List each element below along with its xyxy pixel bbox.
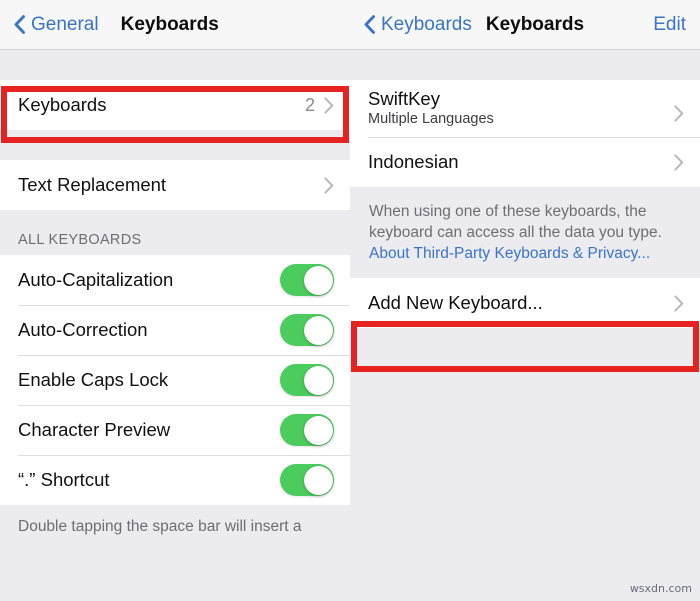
row-keyboard-swiftkey-text: SwiftKey Multiple Languages (368, 88, 494, 127)
section-header-all-keyboards: ALL KEYBOARDS (18, 232, 142, 248)
edit-button[interactable]: Edit (653, 14, 686, 36)
row-text-replacement-accessory (324, 176, 334, 194)
installed-keyboards-group: SwiftKey Multiple Languages Indonesian (350, 80, 700, 187)
toggle-knob (303, 265, 333, 295)
back-label: Keyboards (381, 13, 472, 35)
left-navbar: General Keyboards (0, 0, 350, 50)
chevron-left-icon (14, 15, 25, 34)
row-character-preview[interactable]: Character Preview (0, 405, 350, 455)
toggle-knob (303, 465, 333, 495)
row-character-preview-label: Character Preview (18, 419, 171, 440)
third-party-privacy-note: When using one of these keyboards, the k… (350, 187, 700, 278)
row-auto-capitalization-label: Auto-Capitalization (18, 269, 174, 290)
all-keyboards-toggle-group: Auto-Capitalization Auto-Correction Enab… (0, 255, 350, 505)
row-period-shortcut-control (280, 464, 334, 496)
row-add-new-keyboard-label: Add New Keyboard... (368, 292, 543, 313)
toggle-knob (303, 415, 333, 445)
row-add-new-keyboard[interactable]: Add New Keyboard... (350, 278, 700, 328)
row-keyboards-label: Keyboards (18, 94, 107, 115)
row-keyboard-indonesian-accessory (674, 153, 684, 171)
spacer-between-groups-left (0, 130, 350, 160)
toggle-character-preview[interactable] (280, 414, 334, 446)
left-page-title: Keyboards (120, 13, 219, 35)
right-panel-keyboards-list: Keyboards Keyboards Edit SwiftKey Multip… (350, 0, 700, 601)
back-label: General (31, 13, 99, 35)
left-panel-general-keyboards: General Keyboards Keyboards 2 Text Repla… (0, 0, 350, 601)
row-text-replacement[interactable]: Text Replacement (0, 160, 350, 210)
toggle-auto-correction[interactable] (280, 314, 334, 346)
watermark: wsxdn.com (629, 582, 692, 595)
privacy-note-link[interactable]: About Third-Party Keyboards & Privacy... (369, 245, 650, 262)
right-page-title: Keyboards (485, 13, 585, 35)
row-auto-correction-control (280, 314, 334, 346)
row-auto-capitalization-control (280, 264, 334, 296)
row-auto-capitalization[interactable]: Auto-Capitalization (0, 255, 350, 305)
row-auto-correction[interactable]: Auto-Correction (0, 305, 350, 355)
row-period-shortcut-label: “.” Shortcut (18, 469, 110, 490)
row-keyboard-swiftkey[interactable]: SwiftKey Multiple Languages (350, 80, 700, 137)
settings-split-screen: General Keyboards Keyboards 2 Text Repla… (0, 0, 700, 601)
chevron-right-icon (674, 294, 684, 312)
chevron-left-icon (364, 15, 375, 34)
spacer-top-right (350, 50, 700, 80)
row-add-new-keyboard-accessory (674, 294, 684, 312)
toggle-auto-capitalization[interactable] (280, 264, 334, 296)
back-to-keyboards-button[interactable]: Keyboards (364, 14, 472, 36)
keyboards-count: 2 (304, 94, 315, 115)
left-footer-note: Double tapping the space bar will insert… (18, 518, 302, 535)
toggle-period-shortcut[interactable] (280, 464, 334, 496)
row-character-preview-control (280, 414, 334, 446)
add-keyboard-group: Add New Keyboard... (350, 278, 700, 328)
keyboard-name: Indonesian (368, 151, 459, 172)
row-keyboard-swiftkey-accessory (674, 105, 684, 122)
chevron-right-icon (674, 105, 684, 122)
row-enable-caps-lock-label: Enable Caps Lock (18, 369, 169, 390)
row-period-shortcut[interactable]: “.” Shortcut (0, 455, 350, 505)
row-enable-caps-lock[interactable]: Enable Caps Lock (0, 355, 350, 405)
back-to-general-button[interactable]: General (14, 14, 99, 36)
chevron-right-icon (324, 96, 334, 114)
text-replacement-group: Text Replacement (0, 160, 350, 210)
privacy-note-text: When using one of these keyboards, the k… (369, 203, 662, 241)
toggle-enable-caps-lock[interactable] (280, 364, 334, 396)
row-text-replacement-label: Text Replacement (18, 174, 167, 195)
right-navbar: Keyboards Keyboards Edit (350, 0, 700, 50)
row-keyboards[interactable]: Keyboards 2 (0, 80, 350, 130)
chevron-right-icon (324, 176, 334, 194)
row-keyboards-accessory: 2 (305, 95, 334, 116)
row-auto-correction-label: Auto-Correction (18, 319, 148, 340)
keyboard-subtitle: Multiple Languages (368, 111, 494, 127)
keyboards-group: Keyboards 2 (0, 80, 350, 130)
row-keyboard-indonesian[interactable]: Indonesian (350, 137, 700, 187)
chevron-right-icon (674, 153, 684, 171)
toggle-knob (303, 315, 333, 345)
row-enable-caps-lock-control (280, 364, 334, 396)
keyboard-name: SwiftKey (368, 88, 440, 109)
toggle-knob (303, 365, 333, 395)
spacer-top-left (0, 50, 350, 80)
